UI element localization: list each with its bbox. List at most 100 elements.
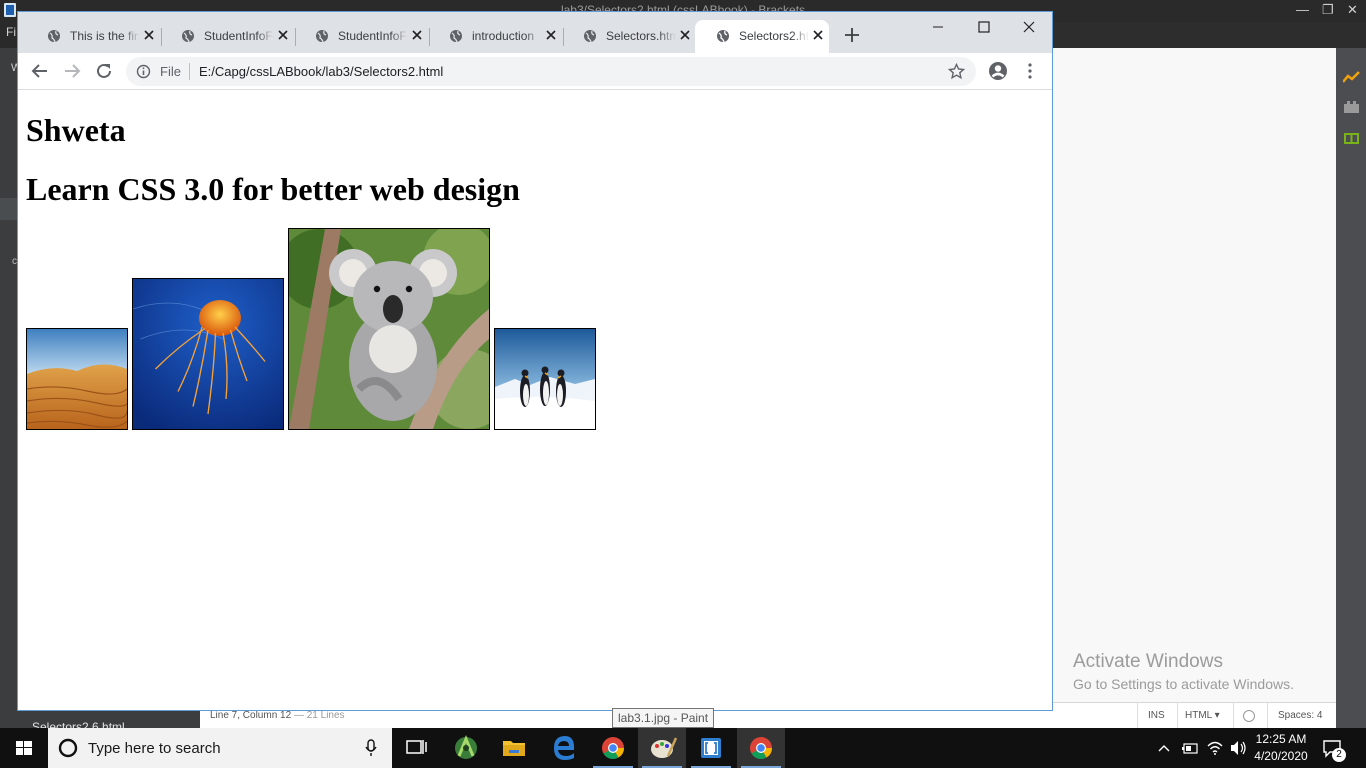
- file-explorer-icon[interactable]: [490, 728, 538, 768]
- bookmark-star-icon[interactable]: [948, 63, 965, 80]
- browser-tab[interactable]: StudentInfoForm: [160, 20, 294, 53]
- tab-title: This is the first: [70, 29, 140, 43]
- chrome-taskbar-item[interactable]: [589, 728, 637, 768]
- maximize-icon[interactable]: [974, 17, 994, 37]
- extension-manager-icon[interactable]: [1343, 100, 1360, 114]
- browser-tab[interactable]: This is the first: [26, 20, 160, 53]
- brackets-app-icon: [701, 738, 721, 758]
- globe-icon: [182, 30, 194, 43]
- globe-icon: [717, 30, 729, 43]
- system-clock[interactable]: 12:25 AM 4/20/2020: [1248, 731, 1314, 765]
- close-tab-icon[interactable]: [811, 28, 825, 42]
- chrome-window: This is the first StudentInfoForm Studen…: [17, 11, 1053, 711]
- taskbar-tooltip: lab3.1.jpg - Paint: [612, 708, 715, 728]
- new-tab-icon[interactable]: [843, 26, 861, 44]
- page-heading-name: Shweta: [26, 112, 126, 148]
- window-close-icon[interactable]: [1019, 17, 1039, 37]
- chrome-taskbar-item-active[interactable]: [737, 728, 785, 768]
- globe-icon: [450, 30, 462, 43]
- minimize-icon[interactable]: [928, 17, 948, 37]
- brackets-minimize-icon[interactable]: —: [1296, 2, 1309, 17]
- status-divider: [1267, 703, 1268, 729]
- taskbar-search-box[interactable]: Type here to search: [48, 728, 392, 768]
- address-bar[interactable]: File E:/Capg/cssLABbook/lab3/Selectors2.…: [126, 57, 976, 86]
- tab-title: introduction: [472, 29, 535, 43]
- activate-windows-watermark: Activate Windows Go to Settings to activ…: [1073, 651, 1294, 692]
- chrome-icon: [602, 737, 624, 759]
- jellyfish-image: [132, 278, 284, 430]
- close-tab-icon[interactable]: [544, 28, 558, 42]
- status-divider: [1137, 703, 1138, 729]
- cursor-position-text: Line 7, Column 12: [210, 710, 292, 721]
- more-menu-icon[interactable]: [1024, 62, 1036, 80]
- globe-icon: [316, 30, 328, 43]
- url-text[interactable]: E:/Capg/cssLABbook/lab3/Selectors2.html: [199, 64, 443, 79]
- show-hidden-icons-chevron-icon[interactable]: [1156, 728, 1172, 768]
- volume-icon[interactable]: [1228, 728, 1248, 768]
- android-studio-icon[interactable]: [442, 728, 490, 768]
- clock-date: 4/20/2020: [1254, 749, 1308, 763]
- indent-spaces-setting[interactable]: Spaces: 4: [1278, 710, 1322, 721]
- browser-tab[interactable]: Selectors.html: [562, 20, 696, 53]
- battery-icon[interactable]: [1180, 728, 1200, 768]
- close-tab-icon[interactable]: [678, 28, 692, 42]
- cortana-circle-icon: [58, 738, 78, 758]
- wifi-icon[interactable]: [1205, 728, 1225, 768]
- activate-windows-subtitle: Go to Settings to activate Windows.: [1073, 676, 1294, 692]
- gift-icon[interactable]: [1343, 130, 1360, 144]
- notification-count-badge: 2: [1332, 748, 1346, 762]
- language-selector[interactable]: HTML ▾: [1185, 710, 1220, 721]
- brackets-taskbar-item[interactable]: [687, 728, 735, 768]
- chrome-icon: [750, 737, 772, 759]
- tab-title: StudentInfoForm: [204, 29, 274, 43]
- browser-toolbar: File E:/Capg/cssLABbook/lab3/Selectors2.…: [18, 53, 1052, 90]
- paint-icon: [651, 737, 678, 758]
- koala-image: [288, 228, 490, 430]
- tab-strip: This is the first StudentInfoForm Studen…: [18, 12, 1052, 53]
- globe-icon: [584, 30, 596, 43]
- status-divider: [1233, 703, 1234, 729]
- browser-tab[interactable]: introduction: [428, 20, 562, 53]
- close-tab-icon[interactable]: [410, 28, 424, 42]
- search-placeholder: Type here to search: [88, 740, 221, 757]
- tab-title: StudentInfoForm: [338, 29, 408, 43]
- brackets-right-toolbar: [1336, 48, 1366, 728]
- live-preview-icon[interactable]: [1343, 70, 1360, 84]
- edge-browser-icon[interactable]: [540, 728, 588, 768]
- browser-tab-active[interactable]: Selectors2.html: [695, 20, 829, 53]
- forward-arrow-icon[interactable]: [63, 62, 81, 80]
- activate-windows-title: Activate Windows: [1073, 651, 1223, 672]
- page-viewport: Shweta Learn CSS 3.0 for better web desi…: [18, 90, 1052, 710]
- windows-taskbar: Type here to search 12:25 AM 4/20/2020 2: [0, 728, 1366, 768]
- omnibox-divider: [189, 63, 190, 80]
- brackets-menu-file[interactable]: Fi: [6, 25, 16, 39]
- microphone-icon[interactable]: [364, 739, 378, 757]
- status-divider: [1177, 703, 1178, 729]
- language-label: HTML: [1185, 710, 1212, 721]
- reload-icon[interactable]: [95, 62, 113, 80]
- scheme-label: File: [160, 64, 181, 79]
- paint-taskbar-item[interactable]: [638, 728, 686, 768]
- task-view-icon[interactable]: [392, 728, 440, 768]
- windows-start-icon[interactable]: [0, 728, 48, 768]
- close-tab-icon[interactable]: [142, 28, 156, 42]
- browser-tab[interactable]: StudentInfoForm: [294, 20, 428, 53]
- brackets-restore-icon[interactable]: ❐: [1322, 2, 1334, 18]
- info-icon[interactable]: [136, 64, 151, 79]
- insert-mode-indicator[interactable]: INS: [1148, 710, 1165, 721]
- cursor-position: Line 7, Column 12 — 21 Lines: [210, 710, 345, 721]
- clock-time: 12:25 AM: [1255, 732, 1307, 746]
- linter-status-icon[interactable]: [1243, 710, 1255, 722]
- brackets-close-icon[interactable]: ✕: [1347, 2, 1358, 18]
- back-arrow-icon[interactable]: [31, 62, 49, 80]
- profile-avatar-icon[interactable]: [988, 61, 1008, 81]
- tab-title: Selectors.html: [606, 29, 676, 43]
- line-count: — 21 Lines: [293, 710, 345, 721]
- penguins-image: [494, 328, 596, 430]
- desert-image: [26, 328, 128, 430]
- close-tab-icon[interactable]: [276, 28, 290, 42]
- tab-title: Selectors2.html: [739, 29, 809, 43]
- page-heading-course: Learn CSS 3.0 for better web design: [26, 171, 520, 207]
- globe-icon: [48, 30, 60, 43]
- chevron-down-icon: ▾: [1214, 710, 1220, 721]
